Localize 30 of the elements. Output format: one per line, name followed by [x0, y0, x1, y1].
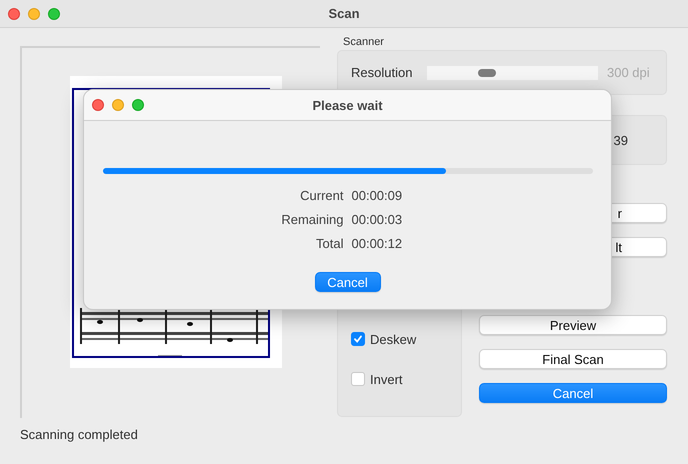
window-title: Scan	[328, 6, 360, 21]
checkbox-label: Invert	[370, 372, 403, 386]
resolution-value: 300 dpi	[607, 65, 650, 80]
slider-thumb[interactable]	[478, 68, 496, 76]
time-value: 00:00:09	[352, 187, 402, 205]
time-label: Total	[316, 235, 344, 253]
zoom-button[interactable]	[132, 99, 144, 111]
time-label: Current	[300, 187, 344, 205]
close-button[interactable]	[8, 8, 20, 20]
minimize-button[interactable]	[112, 99, 124, 111]
button[interactable]: Final Scan	[479, 349, 667, 369]
checkbox[interactable]	[351, 332, 365, 346]
group-label: Scanner	[342, 36, 385, 50]
checkbox[interactable]	[351, 372, 365, 386]
status-text: Scanning completed	[19, 426, 139, 442]
resolution-slider[interactable]	[427, 66, 598, 80]
zoom-button[interactable]	[48, 8, 60, 20]
button[interactable]: Preview	[479, 315, 667, 335]
time-value: 00:00:12	[352, 235, 402, 253]
cancel-button[interactable]: Cancel	[314, 272, 380, 292]
checkmark-icon	[353, 334, 363, 344]
minimize-button[interactable]	[28, 8, 40, 20]
checkbox-label: Deskew	[370, 332, 416, 346]
close-button[interactable]	[92, 99, 104, 111]
time-value: 00:00:03	[352, 211, 402, 229]
resolution-label: Resolution	[351, 65, 414, 80]
field-value: 39	[614, 132, 628, 148]
button[interactable]: Cancel	[479, 383, 667, 403]
time-label: Remaining	[281, 211, 344, 229]
dialog-title: Please wait	[312, 98, 383, 112]
